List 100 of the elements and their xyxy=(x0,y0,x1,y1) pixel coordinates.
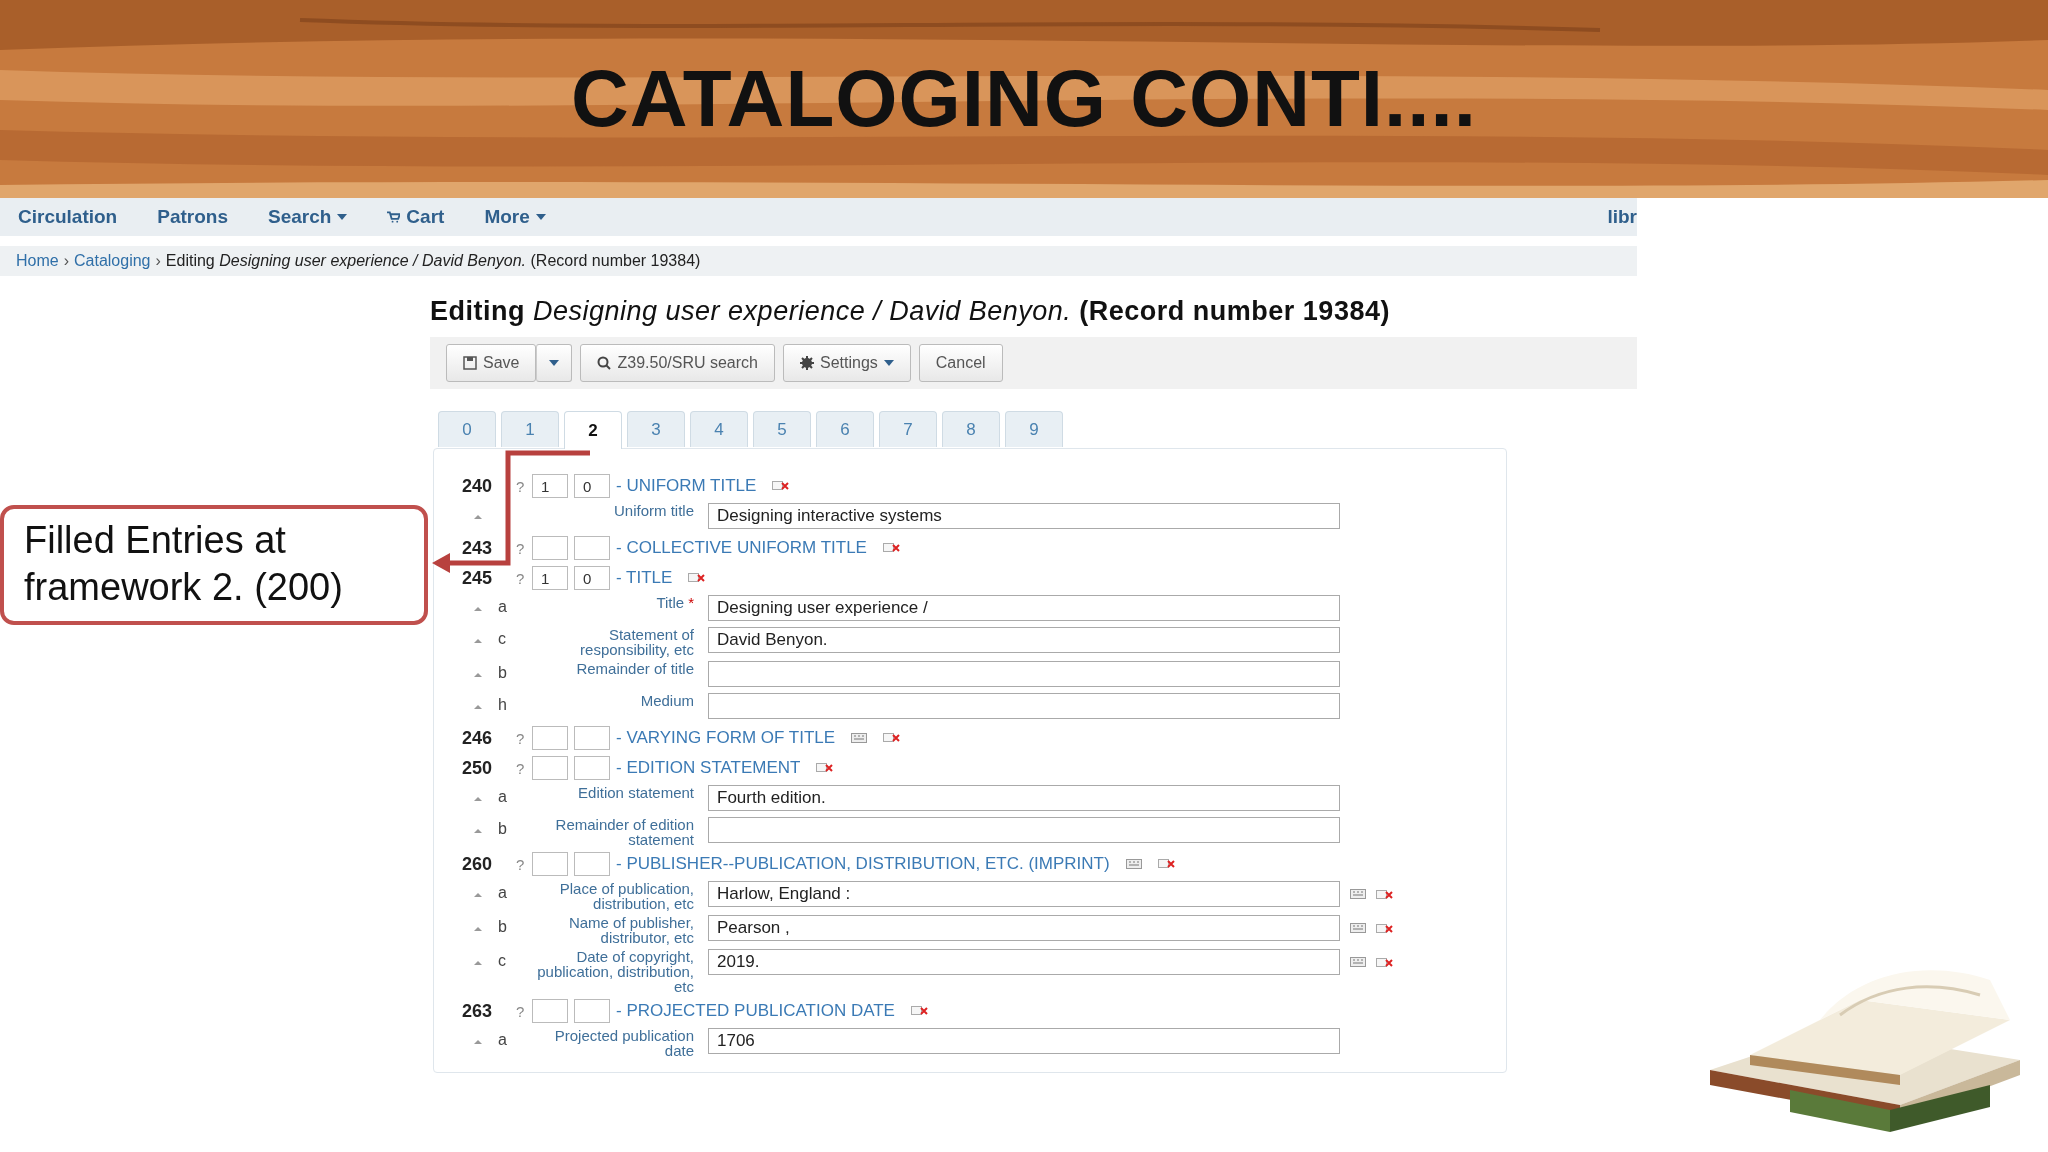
field-title-link[interactable]: - EDITION STATEMENT xyxy=(616,758,801,778)
input-field[interactable]: 2019. xyxy=(708,949,1340,975)
nav-link[interactable]: libr xyxy=(1607,206,1637,228)
indicator-field[interactable] xyxy=(532,756,568,780)
input-field[interactable] xyxy=(708,661,1340,687)
subfield-code: b xyxy=(498,918,508,936)
nav-link[interactable]: Patrons xyxy=(157,206,228,228)
move-up-icon[interactable] xyxy=(472,890,484,898)
field-title-link[interactable]: - PROJECTED PUBLICATION DATE xyxy=(616,1001,895,1021)
move-up-icon[interactable] xyxy=(472,702,484,710)
input-field[interactable]: Fourth edition. xyxy=(708,785,1340,811)
tab[interactable]: 5 xyxy=(753,411,811,447)
input-field[interactable]: Designing interactive systems xyxy=(708,503,1340,529)
breadcrumb-link[interactable]: Cataloging xyxy=(74,252,151,270)
indicator-field[interactable]: 1 xyxy=(532,474,568,498)
tab[interactable]: 0 xyxy=(438,411,496,447)
delete-icon[interactable] xyxy=(1376,889,1394,901)
keyboard-icon[interactable] xyxy=(1125,859,1142,869)
keyboard-icon[interactable] xyxy=(1350,923,1366,933)
input-field[interactable]: Pearson , xyxy=(708,915,1340,941)
toolbar-button[interactable]: Settings xyxy=(783,344,911,382)
indicator-field[interactable] xyxy=(532,852,568,876)
delete-icon[interactable] xyxy=(883,732,902,744)
indicator-field[interactable] xyxy=(574,999,610,1023)
subfield-code: a xyxy=(498,598,508,616)
delete-icon[interactable] xyxy=(816,762,835,774)
nav-link[interactable]: More xyxy=(484,206,546,228)
delete-icon[interactable] xyxy=(772,480,791,492)
help-link[interactable]: ? xyxy=(516,569,526,587)
help-link[interactable]: ? xyxy=(516,759,526,777)
move-up-icon[interactable] xyxy=(472,604,484,612)
field-title-link[interactable]: - VARYING FORM OF TITLE xyxy=(616,728,836,748)
tab[interactable]: 7 xyxy=(879,411,937,447)
help-link[interactable]: ? xyxy=(516,1002,526,1020)
indicator-field[interactable] xyxy=(532,726,568,750)
delete-icon[interactable] xyxy=(882,542,901,554)
move-up-icon[interactable] xyxy=(472,636,484,644)
caret-icon xyxy=(337,214,348,220)
subfield-label: Title * xyxy=(655,595,694,610)
tag-number: 245 xyxy=(462,567,494,589)
indicator-field[interactable] xyxy=(574,726,610,750)
input-field[interactable]: Harlow, England : xyxy=(708,881,1340,907)
indicator-field[interactable] xyxy=(574,852,610,876)
move-up-icon[interactable] xyxy=(472,1037,484,1045)
keyboard-icon[interactable] xyxy=(851,733,868,743)
move-up-icon[interactable] xyxy=(472,826,484,834)
delete-icon[interactable] xyxy=(1376,923,1394,935)
tab[interactable]: 3 xyxy=(627,411,685,447)
help-link[interactable]: ? xyxy=(516,477,526,495)
move-up-icon[interactable] xyxy=(472,794,484,802)
subfield-label: Uniform title xyxy=(612,503,694,518)
indicator-field[interactable]: 0 xyxy=(574,566,610,590)
delete-icon[interactable] xyxy=(1376,957,1394,969)
field-title-link[interactable]: - TITLE xyxy=(616,568,673,588)
tab[interactable]: 1 xyxy=(501,411,559,447)
tab[interactable]: 6 xyxy=(816,411,874,447)
tab[interactable]: 4 xyxy=(690,411,748,447)
toolbar-button[interactable]: Cancel xyxy=(918,344,1003,382)
delete-icon[interactable] xyxy=(910,1005,929,1017)
subfield-label: Medium xyxy=(639,693,694,708)
breadcrumb-link[interactable]: Home xyxy=(16,252,59,270)
help-link[interactable]: ? xyxy=(516,729,526,747)
subfield-code: c xyxy=(498,630,507,648)
input-field[interactable] xyxy=(708,817,1340,843)
indicator-field[interactable]: 1 xyxy=(532,566,568,590)
input-field[interactable] xyxy=(708,693,1340,719)
nav-link[interactable]: Circulation xyxy=(18,206,118,228)
delete-icon[interactable] xyxy=(1157,858,1176,870)
delete-icon[interactable] xyxy=(688,572,707,584)
indicator-field[interactable] xyxy=(532,999,568,1023)
help-link[interactable]: ? xyxy=(516,855,526,873)
indicator-field[interactable] xyxy=(574,756,610,780)
tab[interactable]: 2 xyxy=(564,411,622,449)
move-up-icon[interactable] xyxy=(472,924,484,932)
field-title-link[interactable]: - PUBLISHER--PUBLICATION, DISTRIBUTION, ETC. (IMPRINT) xyxy=(616,854,1110,874)
move-up-icon[interactable] xyxy=(472,958,484,966)
keyboard-icon[interactable] xyxy=(1350,957,1366,967)
toolbar-button[interactable]: Save xyxy=(446,344,537,382)
breadcrumb-current: Editing Designing user experience / David Benyon. (Record number 19384) xyxy=(165,252,701,270)
indicator-field[interactable] xyxy=(532,536,568,560)
tab[interactable]: 9 xyxy=(1005,411,1063,447)
field-title-link[interactable]: - COLLECTIVE UNIFORM TITLE xyxy=(616,538,867,558)
input-field[interactable]: 1706 xyxy=(708,1028,1340,1054)
keyboard-icon[interactable] xyxy=(1350,889,1366,899)
subfield-code: a xyxy=(498,884,508,902)
toolbar-button[interactable]: Z39.50/SRU search xyxy=(580,344,775,382)
nav-link[interactable]: Search xyxy=(268,206,348,228)
input-field[interactable]: David Benyon. xyxy=(708,627,1340,653)
indicator-field[interactable] xyxy=(574,536,610,560)
move-up-icon[interactable] xyxy=(472,670,484,678)
field-title-link[interactable]: - UNIFORM TITLE xyxy=(616,476,757,496)
dropdown-button[interactable] xyxy=(536,344,573,382)
nav-link[interactable]: Cart xyxy=(387,206,445,228)
input-field[interactable]: Designing user experience / xyxy=(708,595,1340,621)
help-link[interactable]: ? xyxy=(516,539,526,557)
subfield-code: c xyxy=(498,952,507,970)
move-up-icon[interactable] xyxy=(472,512,484,520)
breadcrumb-separator: › xyxy=(63,252,69,270)
tab[interactable]: 8 xyxy=(942,411,1000,447)
indicator-field[interactable]: 0 xyxy=(574,474,610,498)
